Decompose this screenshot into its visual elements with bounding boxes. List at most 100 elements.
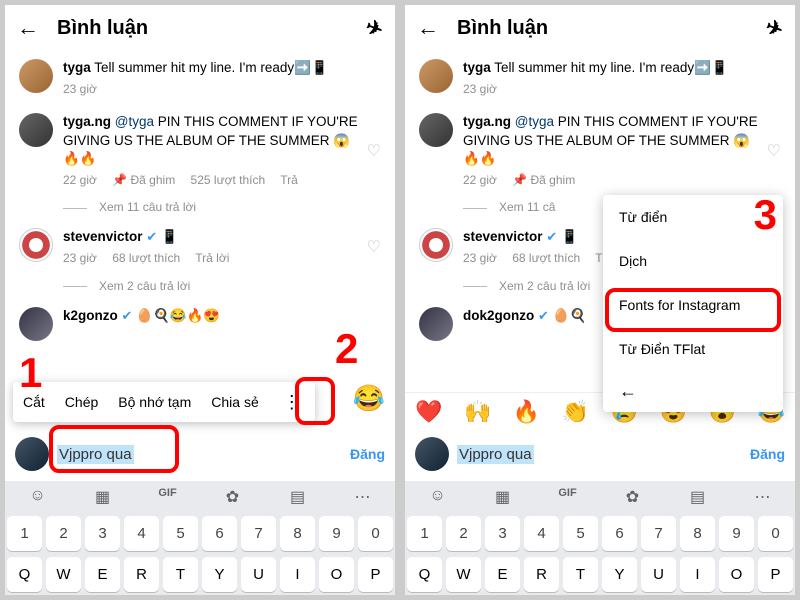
key-0[interactable]: 0 — [758, 516, 793, 551]
key-Q[interactable]: Q — [7, 557, 42, 592]
key-P[interactable]: P — [358, 557, 393, 592]
username[interactable]: tyga.ng — [463, 114, 511, 129]
post-button[interactable]: Đăng — [350, 446, 385, 462]
key-I[interactable]: I — [680, 557, 715, 592]
key-W[interactable]: W — [46, 557, 81, 592]
post-button[interactable]: Đăng — [750, 446, 785, 462]
key-1[interactable]: 1 — [407, 516, 442, 551]
avatar[interactable] — [19, 113, 53, 147]
key-O[interactable]: O — [319, 557, 354, 592]
key-7[interactable]: 7 — [241, 516, 276, 551]
view-replies[interactable]: Xem 11 câu trả lời — [63, 200, 395, 214]
callout-3 — [605, 288, 781, 332]
kbd-more-icon[interactable]: ⋯ — [335, 487, 390, 507]
kbd-clipboard-icon[interactable]: ▤ — [270, 487, 325, 507]
key-7[interactable]: 7 — [641, 516, 676, 551]
ctx-clipboard[interactable]: Bộ nhớ tạm — [108, 382, 201, 422]
key-9[interactable]: 9 — [719, 516, 754, 551]
menu-tflat[interactable]: Từ Điển TFlat — [603, 327, 783, 371]
avatar[interactable] — [419, 113, 453, 147]
key-R[interactable]: R — [124, 557, 159, 592]
key-6[interactable]: 6 — [602, 516, 637, 551]
key-4[interactable]: 4 — [524, 516, 559, 551]
mention[interactable]: @tyga — [515, 114, 554, 129]
quick-emoji[interactable]: 🔥 — [513, 399, 540, 425]
key-0[interactable]: 0 — [358, 516, 393, 551]
avatar[interactable] — [19, 59, 53, 93]
kbd-gif-icon[interactable]: GIF — [540, 487, 595, 507]
heart-icon[interactable]: ♡ — [367, 141, 381, 161]
key-I[interactable]: I — [280, 557, 315, 592]
back-icon[interactable]: ← — [17, 15, 39, 41]
key-5[interactable]: 5 — [163, 516, 198, 551]
quick-emoji[interactable]: 🙌 — [464, 399, 491, 425]
username[interactable]: stevenvictor — [63, 229, 143, 244]
menu-translate[interactable]: Dịch — [603, 239, 783, 283]
comment-text: Tell summer hit my line. I'm ready➡️📱 — [491, 60, 728, 75]
key-9[interactable]: 9 — [319, 516, 354, 551]
key-U[interactable]: U — [241, 557, 276, 592]
avatar[interactable] — [419, 307, 453, 341]
key-P[interactable]: P — [758, 557, 793, 592]
kbd-emoji-icon[interactable]: ☺ — [10, 487, 65, 507]
kbd-clipboard-icon[interactable]: ▤ — [670, 487, 725, 507]
comment-input[interactable]: Vjppro qua — [457, 445, 742, 464]
reply-button[interactable]: Trả — [280, 173, 298, 187]
quick-emoji[interactable]: 👏 — [562, 399, 589, 425]
kbd-gif-icon[interactable]: GIF — [140, 487, 195, 507]
key-T[interactable]: T — [563, 557, 598, 592]
key-3[interactable]: 3 — [485, 516, 520, 551]
key-E[interactable]: E — [485, 557, 520, 592]
like-count[interactable]: 68 lượt thích — [512, 251, 580, 265]
key-W[interactable]: W — [446, 557, 481, 592]
kbd-more-icon[interactable]: ⋯ — [735, 487, 790, 507]
back-icon[interactable]: ← — [417, 15, 439, 41]
view-replies[interactable]: Xem 2 câu trả lời — [63, 279, 395, 293]
key-4[interactable]: 4 — [124, 516, 159, 551]
key-5[interactable]: 5 — [563, 516, 598, 551]
key-O[interactable]: O — [719, 557, 754, 592]
username[interactable]: dok2gonzo — [463, 308, 534, 323]
key-Q[interactable]: Q — [407, 557, 442, 592]
heart-icon[interactable]: ♡ — [367, 237, 381, 257]
kbd-sticker-icon[interactable]: ▦ — [75, 487, 130, 507]
key-R[interactable]: R — [524, 557, 559, 592]
key-2[interactable]: 2 — [46, 516, 81, 551]
key-Y[interactable]: Y — [202, 557, 237, 592]
ctx-share[interactable]: Chia sẻ — [201, 382, 268, 422]
avatar[interactable] — [19, 228, 53, 262]
key-Y[interactable]: Y — [602, 557, 637, 592]
kbd-settings-icon[interactable]: ✿ — [205, 487, 260, 507]
username[interactable]: stevenvictor — [463, 229, 543, 244]
key-U[interactable]: U — [641, 557, 676, 592]
key-T[interactable]: T — [163, 557, 198, 592]
avatar[interactable] — [419, 228, 453, 262]
key-E[interactable]: E — [85, 557, 120, 592]
key-3[interactable]: 3 — [85, 516, 120, 551]
kbd-settings-icon[interactable]: ✿ — [605, 487, 660, 507]
ctx-copy[interactable]: Chép — [55, 382, 108, 422]
kbd-emoji-icon[interactable]: ☺ — [410, 487, 465, 507]
key-2[interactable]: 2 — [446, 516, 481, 551]
like-count[interactable]: 68 lượt thích — [112, 251, 180, 265]
key-6[interactable]: 6 — [202, 516, 237, 551]
quick-emoji[interactable]: ❤️ — [415, 399, 442, 425]
selected-text[interactable]: Vjppro qua — [457, 445, 534, 464]
username[interactable]: tyga — [63, 60, 91, 75]
emoji-laugh[interactable]: 😂 — [353, 383, 385, 414]
key-1[interactable]: 1 — [7, 516, 42, 551]
username[interactable]: tyga.ng — [63, 114, 111, 129]
like-count[interactable]: 525 lượt thích — [191, 173, 266, 187]
key-8[interactable]: 8 — [680, 516, 715, 551]
mention[interactable]: @tyga — [115, 114, 154, 129]
username[interactable]: k2gonzo — [63, 308, 118, 323]
kbd-sticker-icon[interactable]: ▦ — [475, 487, 530, 507]
heart-icon[interactable]: ♡ — [767, 141, 781, 161]
menu-back-icon[interactable]: ← — [603, 371, 783, 412]
avatar[interactable] — [419, 59, 453, 93]
reply-button[interactable]: Trả lời — [195, 251, 229, 265]
username[interactable]: tyga — [463, 60, 491, 75]
key-8[interactable]: 8 — [280, 516, 315, 551]
view-replies[interactable]: Xem 11 câ — [463, 200, 613, 214]
avatar[interactable] — [19, 307, 53, 341]
